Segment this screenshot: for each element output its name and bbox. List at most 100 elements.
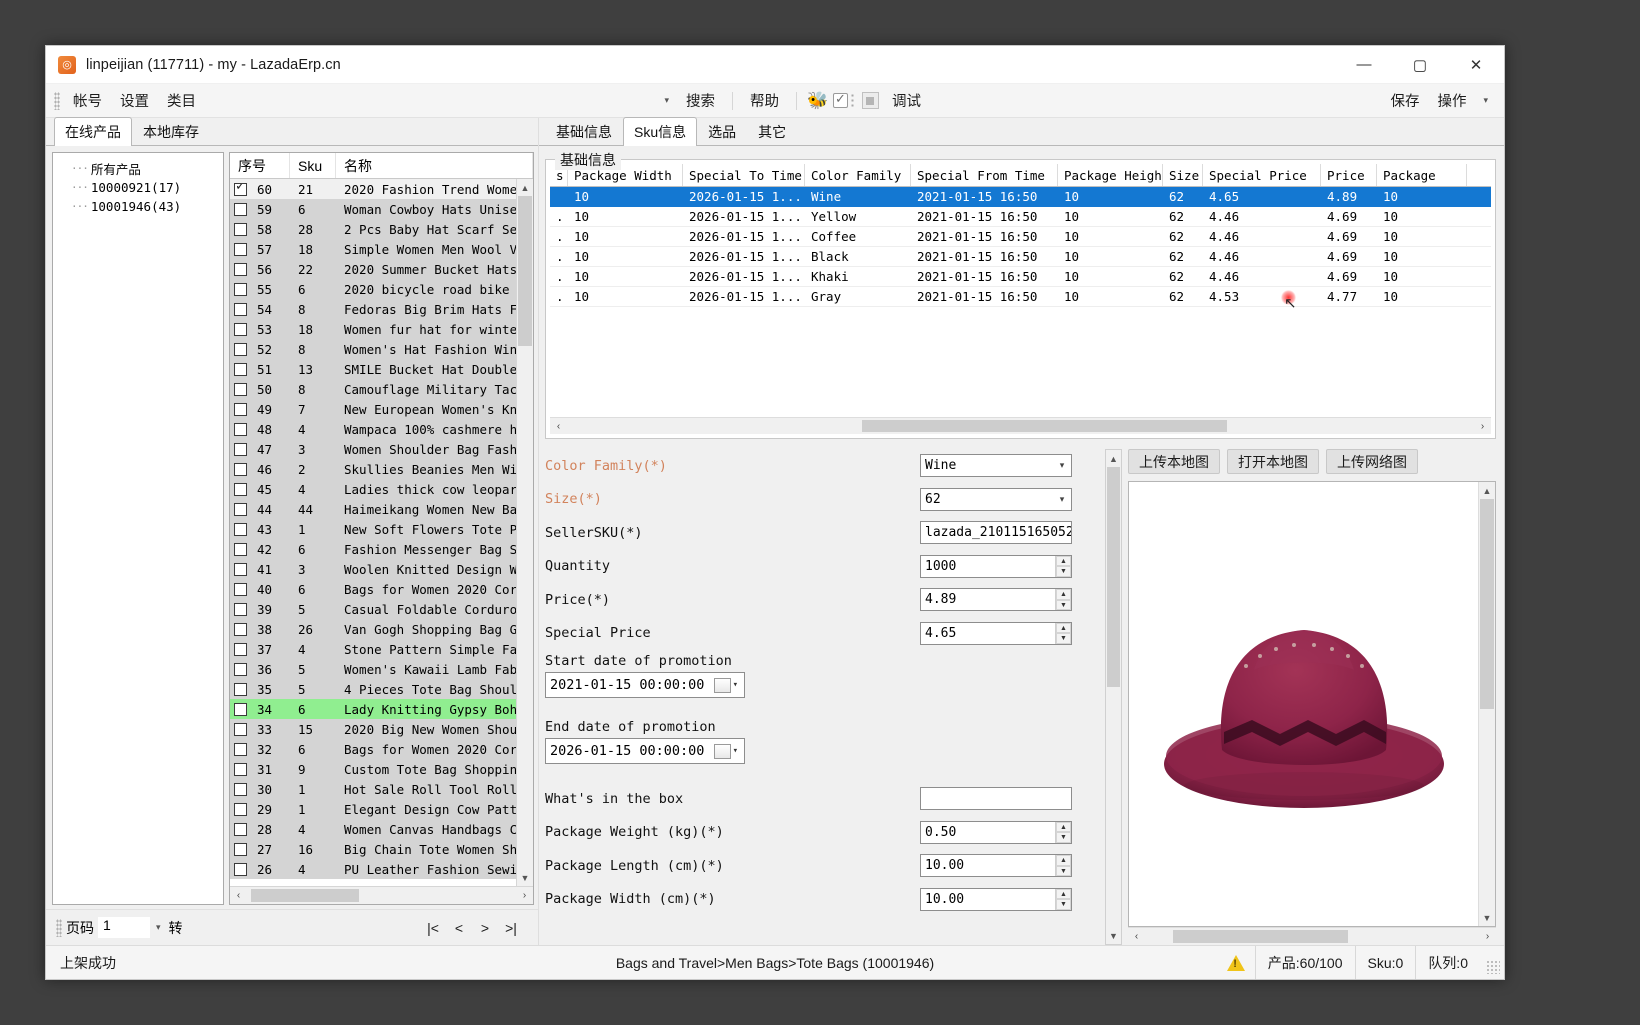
category-tree[interactable]: ··· 所有产品 ··· 10000921(17) ··· 10001946(4… [52, 152, 224, 905]
stepper-up-icon[interactable]: ▲ [1056, 821, 1071, 833]
menu-help[interactable]: 帮助 [741, 86, 788, 115]
stepper-down-icon[interactable]: ▼ [1056, 633, 1071, 644]
scroll-thumb[interactable] [518, 196, 532, 346]
row-checkbox[interactable] [234, 822, 247, 836]
last-page-button[interactable]: >| [498, 920, 524, 936]
table-row[interactable]: 48 4 Wampaca 100% cashmere hat g [230, 419, 533, 439]
quantity-input[interactable]: 1000 [920, 554, 1072, 578]
table-row[interactable]: 49 7 New European Women's Knitte [230, 399, 533, 419]
grid-row[interactable]: 10 2026-01-15 1... Wine 2021-01-15 16:50 10 6… [550, 187, 1491, 207]
operate-button[interactable]: 操作 [1428, 86, 1475, 115]
table-row[interactable]: 43 1 New Soft Flowers Tote Plush [230, 519, 533, 539]
chevron-down-icon[interactable]: ▾ [656, 95, 677, 106]
page-chevron-down-icon[interactable]: ▾ [154, 922, 169, 933]
row-checkbox[interactable] [234, 282, 247, 296]
table-row[interactable]: 28 4 Women Canvas Handbags Casua [230, 819, 533, 839]
menu-debug[interactable]: 调试 [883, 86, 930, 115]
image-scroll-up-icon[interactable]: ▲ [1479, 482, 1495, 499]
open-local-image-button[interactable]: 打开本地图 [1227, 449, 1319, 474]
next-page-button[interactable]: > [472, 920, 498, 936]
row-checkbox[interactable] [234, 402, 247, 416]
table-row[interactable]: 27 16 Big Chain Tote Women Should [230, 839, 533, 859]
sku-data-grid[interactable]: s Package Width Special To Time Color Famil… [550, 164, 1491, 417]
row-checkbox[interactable] [234, 562, 247, 576]
row-checkbox[interactable] [234, 342, 247, 356]
grid-column-header[interactable]: Special Price [1203, 164, 1321, 186]
table-row[interactable]: 26 4 PU Leather Fashion Sewing T [230, 859, 533, 879]
image-scroll-track-h[interactable] [1145, 928, 1479, 945]
table-row[interactable]: 30 1 Hot Sale Roll Tool Roll Mul [230, 779, 533, 799]
close-button[interactable]: ✕ [1448, 46, 1504, 83]
package-weight-control[interactable]: 0.50 ▲ ▼ [920, 820, 1072, 844]
save-button[interactable]: 保存 [1381, 86, 1428, 115]
package-width-stepper[interactable]: ▲ ▼ [1055, 888, 1071, 910]
grid-row[interactable]: . 10 2026-01-15 1... Black 2021-01-15 16:50 1… [550, 247, 1491, 267]
row-checkbox[interactable] [234, 722, 247, 736]
scroll-down-icon[interactable]: ▼ [517, 869, 533, 886]
row-checkbox[interactable] [234, 522, 247, 536]
resize-grip-icon[interactable] [1486, 960, 1500, 974]
grid-scroll-track[interactable] [567, 418, 1474, 434]
tree-item-10001946[interactable]: ··· 10001946(43) [57, 197, 219, 216]
row-checkbox[interactable] [234, 682, 247, 696]
calendar-icon[interactable] [713, 743, 731, 759]
image-scroll-right-icon[interactable]: › [1479, 931, 1496, 942]
image-scroll-thumb[interactable] [1480, 499, 1494, 709]
row-checkbox[interactable] [234, 762, 247, 776]
row-checkbox[interactable] [234, 582, 247, 596]
table-row[interactable]: 36 5 Women's Kawaii Lamb Fabric [230, 659, 533, 679]
table-row[interactable]: 52 8 Women's Hat Fashion Winter [230, 339, 533, 359]
table-row[interactable]: 34 6 Lady Knitting Gypsy Bohemia [230, 699, 533, 719]
row-checkbox[interactable] [234, 262, 247, 276]
quantity-stepper[interactable]: ▲ ▼ [1055, 555, 1071, 577]
upload-network-image-button[interactable]: 上传网络图 [1326, 449, 1418, 474]
row-checkbox[interactable] [234, 622, 247, 636]
maximize-button[interactable]: ▢ [1392, 46, 1448, 83]
sku-grid-horizontal-scrollbar[interactable]: ‹ › [550, 417, 1491, 434]
stepper-up-icon[interactable]: ▲ [1056, 888, 1071, 900]
row-checkbox[interactable] [234, 602, 247, 616]
grid-column-header[interactable]: Color Family [805, 164, 911, 186]
table-row[interactable]: 39 5 Casual Foldable Corduroy Sh [230, 599, 533, 619]
grid-column-header[interactable]: Special To Time [683, 164, 805, 186]
tab-other[interactable]: 其它 [747, 117, 797, 146]
tab-local-inventory[interactable]: 本地库存 [132, 117, 210, 146]
table-row[interactable]: 46 2 Skullies Beanies Men Winter [230, 459, 533, 479]
table-row[interactable]: 37 4 Stone Pattern Simple Fashio [230, 639, 533, 659]
special-price-control[interactable]: 4.65 ▲ ▼ [920, 621, 1072, 645]
row-checkbox[interactable] [234, 182, 247, 196]
column-header-sku[interactable]: Sku [290, 153, 336, 178]
scroll-track-h[interactable] [247, 887, 516, 904]
package-width-input[interactable]: 10.00 [920, 887, 1072, 911]
scroll-thumb-h[interactable] [251, 889, 359, 902]
package-weight-stepper[interactable]: ▲ ▼ [1055, 821, 1071, 843]
image-horizontal-scrollbar[interactable]: ‹ › [1128, 927, 1496, 945]
stepper-down-icon[interactable]: ▼ [1056, 865, 1071, 877]
product-image[interactable] [1129, 482, 1478, 926]
tab-online-products[interactable]: 在线产品 [54, 117, 132, 146]
end-date-picker[interactable]: 2026-01-15 00:00:00 ▾ [545, 738, 745, 764]
table-row[interactable]: 54 8 Fedoras Big Brim Hats For W [230, 299, 533, 319]
stepper-down-icon[interactable]: ▼ [1056, 599, 1071, 611]
product-list-vertical-scrollbar[interactable]: ▲ ▼ [516, 179, 533, 886]
bee-icon[interactable]: 🐝 [805, 89, 831, 113]
grid-scroll-left-icon[interactable]: ‹ [550, 421, 567, 432]
form-scroll-track[interactable] [1106, 467, 1121, 927]
grid-row[interactable]: . 10 2026-01-15 1... Yellow 2021-01-15 16:50… [550, 207, 1491, 227]
row-checkbox[interactable] [234, 222, 247, 236]
image-scroll-down-icon[interactable]: ▼ [1479, 909, 1495, 926]
table-row[interactable]: 41 3 Woolen Knitted Design Winte [230, 559, 533, 579]
package-length-control[interactable]: 10.00 ▲ ▼ [920, 854, 1072, 878]
row-checkbox[interactable] [234, 702, 247, 716]
row-checkbox[interactable] [234, 422, 247, 436]
table-row[interactable]: 47 3 Women Shoulder Bag Fashion [230, 439, 533, 459]
column-header-seq[interactable]: 序号 [230, 153, 290, 178]
table-row[interactable]: 40 6 Bags for Women 2020 Corduro [230, 579, 533, 599]
size-control[interactable]: 62 ▾ [920, 487, 1072, 511]
stepper-up-icon[interactable]: ▲ [1056, 555, 1071, 567]
tree-item-all-products[interactable]: ··· 所有产品 [57, 159, 219, 178]
row-checkbox[interactable] [234, 482, 247, 496]
table-row[interactable]: 56 22 2020 Summer Bucket Hats Wom [230, 259, 533, 279]
grid-column-header[interactable]: Price [1321, 164, 1377, 186]
chevron-down-icon[interactable]: ▾ [733, 746, 744, 756]
